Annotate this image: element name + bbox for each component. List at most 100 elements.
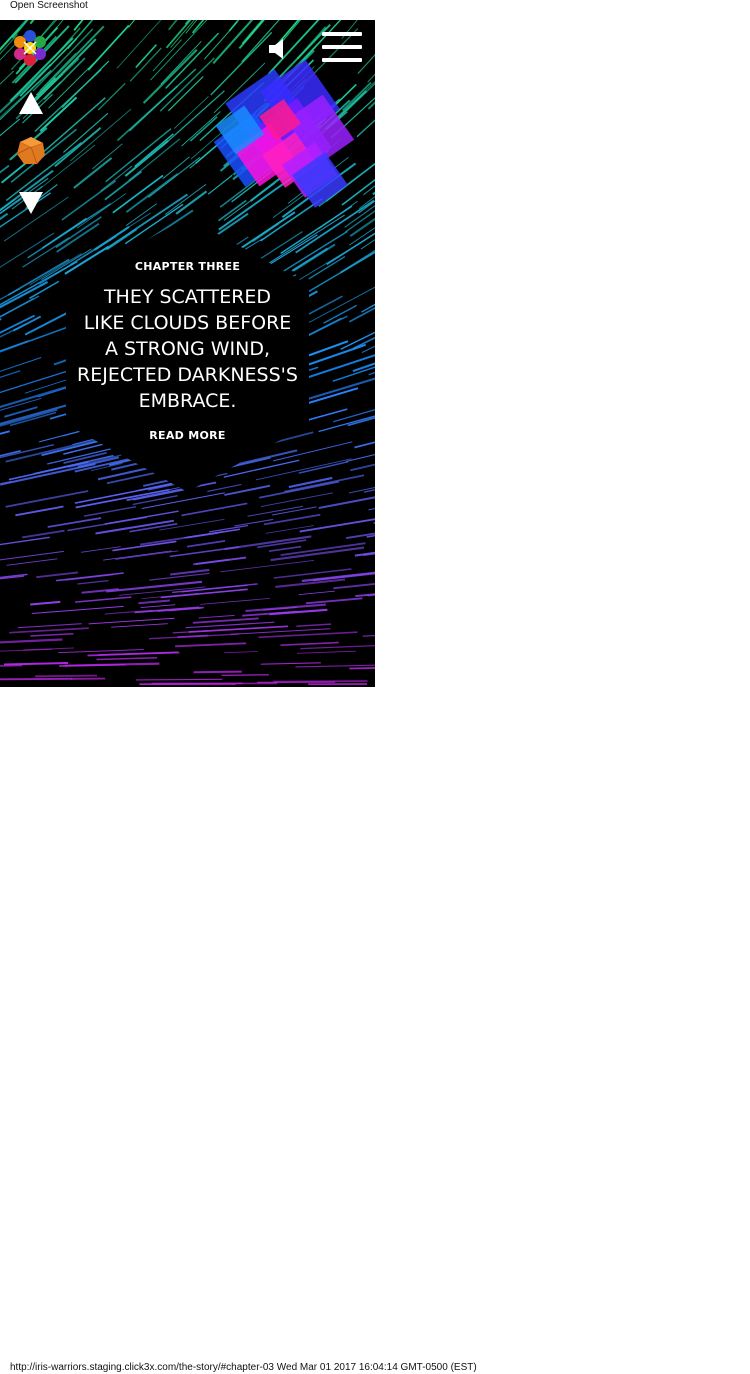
light-streak [15,505,64,517]
light-streak [166,592,213,598]
light-streak [96,657,158,661]
light-streak [77,579,109,585]
light-streak [340,331,375,350]
light-streak [0,550,64,561]
light-streak [24,379,67,394]
screenshot-caption: Open Screenshot [10,0,88,11]
light-streak [115,550,179,560]
light-streak [198,614,235,619]
light-streak [305,597,363,605]
chapter-title-line: LIKE CLOUDS BEFORE [83,312,292,334]
light-streak [83,505,137,517]
light-streak [348,307,375,323]
light-streak [3,661,68,666]
light-streak [363,185,375,196]
light-streak [354,441,375,449]
light-streak [186,540,226,548]
light-streak [298,590,335,595]
light-streak [81,546,121,553]
light-streak [128,138,181,181]
light-streak [0,638,63,644]
light-streak [54,127,102,168]
light-streak [352,362,375,373]
light-streak [128,20,136,28]
light-streak [200,598,270,605]
light-streak [230,628,331,635]
light-streak [38,144,96,191]
light-streak [0,430,10,435]
chapter-title-line: THEY SCATTERED [103,286,272,308]
chapter-title: THEY SCATTERED LIKE CLOUDS BEFORE A STRO… [70,284,305,414]
light-streak [0,318,2,321]
light-streak [192,617,259,624]
menu-bar [322,32,362,36]
triangle-down-icon[interactable] [18,190,44,216]
light-streak [349,667,375,670]
menu-bar [322,58,362,62]
chapter-title-line: EMBRACE. [138,390,237,412]
light-streak [0,536,50,546]
light-streak [300,644,375,650]
chapter-hexagon-card: CHAPTER THREE THEY SCATTERED LIKE CLOUDS… [66,217,309,492]
light-streak [355,593,375,598]
light-streak [103,550,172,561]
light-streak [164,184,207,215]
light-streak [332,366,375,382]
light-streak [268,545,302,553]
light-streak [140,604,176,609]
light-streak [369,303,375,308]
speaker-icon[interactable] [266,37,290,61]
light-streak [36,571,79,579]
light-streak [141,592,199,599]
light-streak [192,558,230,566]
orange-gem-icon[interactable] [16,136,46,166]
light-streak [124,139,169,177]
light-streak [299,518,375,533]
light-streak [186,528,241,539]
light-streak [168,76,204,112]
light-streak [73,157,113,189]
light-streak [6,558,58,566]
light-streak [269,608,328,616]
light-streak [0,370,21,379]
light-streak [177,634,209,639]
light-streak [105,580,203,593]
light-streak [34,674,98,678]
light-streak [280,641,339,646]
light-streak [30,632,74,637]
light-streak [345,453,375,463]
light-streak [173,96,209,129]
light-streak [112,174,164,214]
hexagon-flower-logo-icon[interactable] [10,28,50,68]
light-streak [0,164,10,174]
hamburger-menu-icon[interactable] [322,32,364,64]
chapter-label: CHAPTER THREE [134,260,241,273]
light-streak [346,532,375,540]
triangle-up-icon[interactable] [18,90,44,116]
light-streak [64,662,160,667]
story-viewport: CHAPTER THREE THEY SCATTERED LIKE CLOUDS… [0,20,375,687]
light-streak [21,529,65,539]
light-streak [63,112,109,153]
light-streak [181,502,248,517]
read-more-link[interactable]: READ MORE [66,429,309,442]
chapter-title-line: A STRONG WIND, [104,338,271,360]
light-streak [138,599,170,605]
light-streak [260,662,321,665]
light-streak [258,631,358,639]
light-streak [224,651,258,654]
light-streak [75,596,132,603]
light-streak [112,540,177,552]
light-streak [9,627,89,634]
light-streak [100,165,133,192]
light-streak [39,96,78,132]
light-streak [221,674,269,676]
light-streak [234,518,274,527]
light-streak [65,574,114,581]
light-streak [220,560,315,573]
light-streak [367,73,375,83]
light-streak [111,623,168,628]
screenshot-footer-url: http://iris-warriors.staging.click3x.com… [10,1362,477,1373]
light-streak [0,70,15,85]
light-streak [169,546,240,558]
